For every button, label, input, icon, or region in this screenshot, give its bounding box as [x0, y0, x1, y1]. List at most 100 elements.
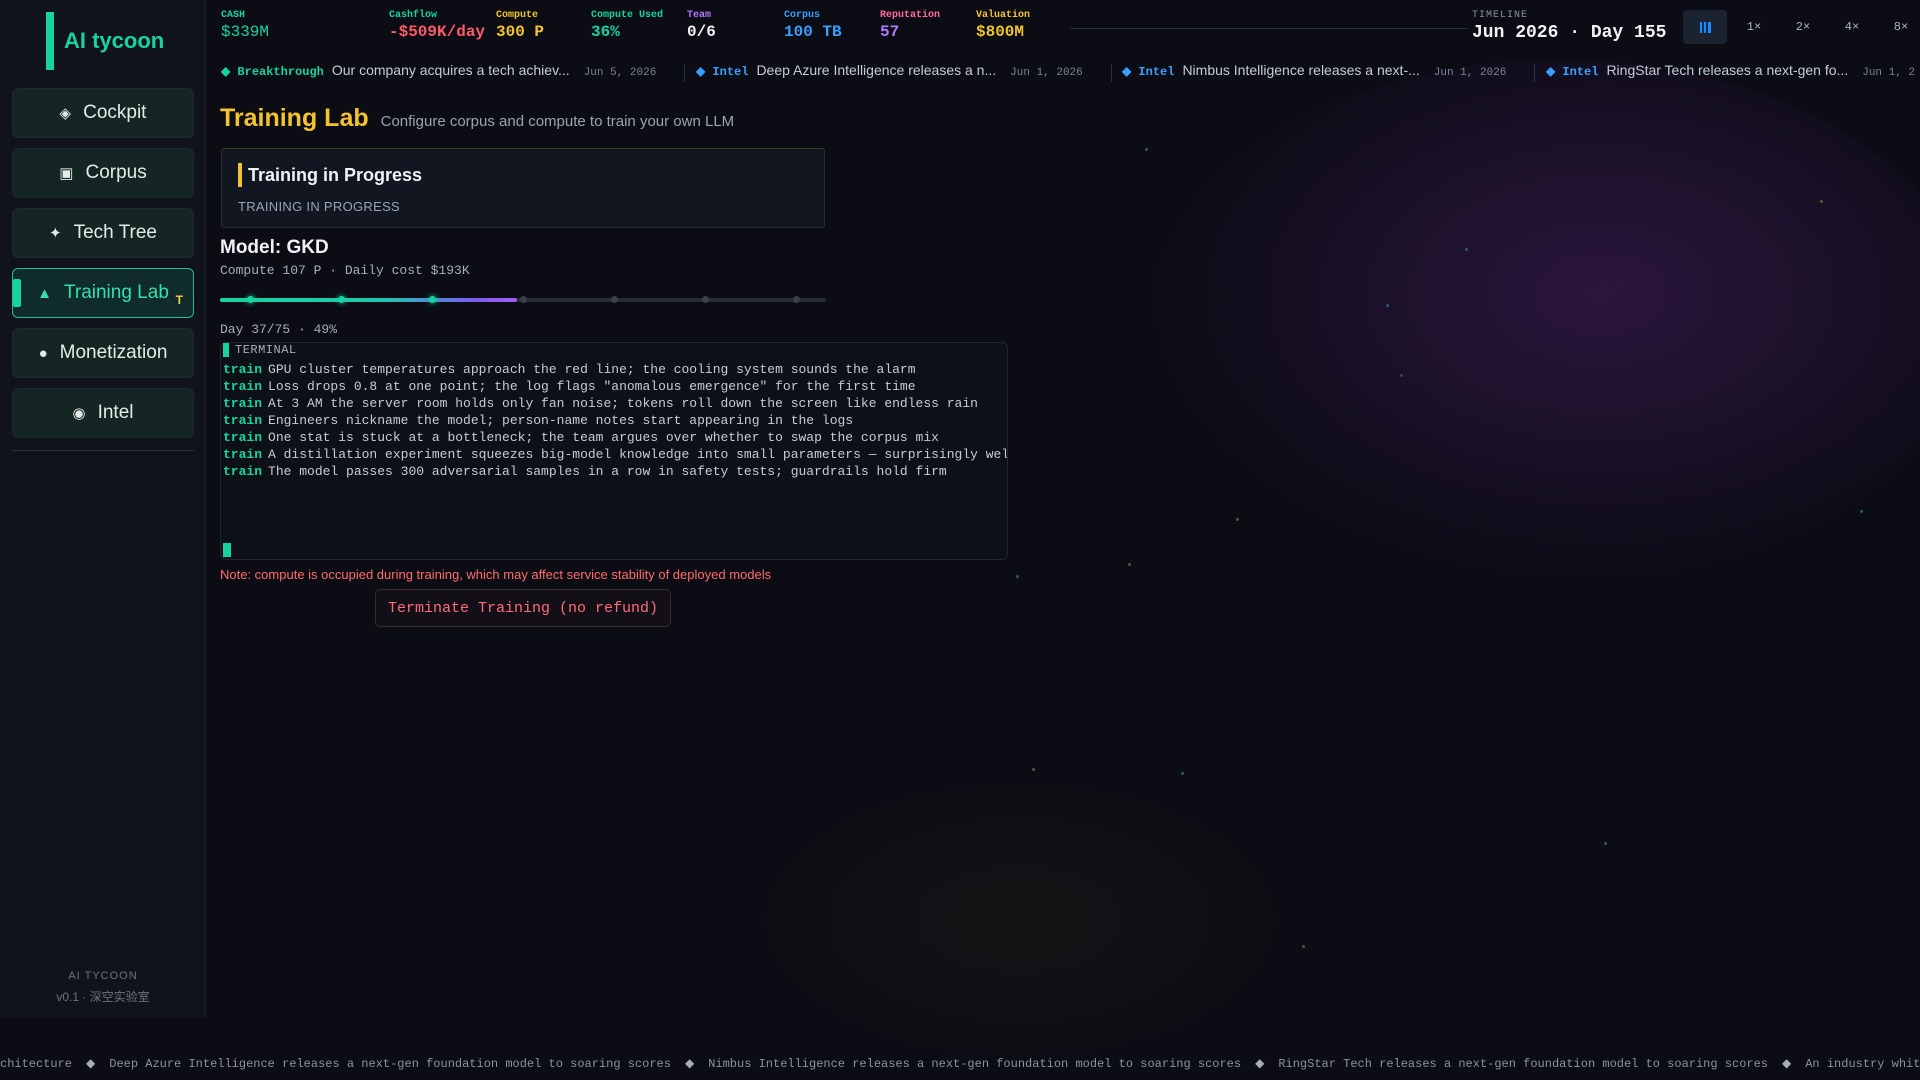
sidebar-item-monetization[interactable]: ● Monetization — [12, 328, 194, 378]
terminal-text: A distillation experiment squeezes big-m… — [268, 447, 1007, 462]
speed-8x-button[interactable]: 8× — [1879, 10, 1920, 44]
square-icon: ▣ — [59, 165, 74, 182]
terminal-line: train The model passes 300 adversarial sa… — [223, 463, 1007, 480]
model-meta: Compute 107 P · Daily cost $193K — [220, 263, 470, 278]
model-title: Model: GKD — [220, 237, 329, 258]
stat-valuation-value: $800M — [976, 23, 1025, 41]
stat-cash-label: CASH — [221, 10, 246, 21]
speed-2x-button[interactable]: 2× — [1781, 10, 1825, 44]
ticker-item: Deep Azure Intelligence releases a next-… — [109, 1057, 671, 1071]
progress-milestone — [520, 296, 527, 303]
stat-team: Team 0/6 — [687, 10, 716, 41]
timeline-date: Jun 2026 · Day 155 — [1472, 23, 1667, 43]
news-text: Nimbus Intelligence releases a next-... — [1182, 62, 1420, 78]
news-tag: ◆ Intel — [1546, 65, 1599, 79]
sidebar-item-label: Training Lab — [63, 282, 169, 303]
page-title: Training Lab — [220, 104, 369, 132]
triangle-icon: ▲ — [37, 284, 52, 302]
terminal-text: Loss drops 0.8 at one point; the log fla… — [268, 379, 916, 394]
sidebar-footer: AI TYCOON v0.1 · 深空实验室 — [0, 970, 206, 1005]
sidebar-divider — [12, 450, 194, 451]
dot-icon: ● — [38, 344, 48, 362]
page-header: Training Lab Configure corpus and comput… — [220, 104, 734, 133]
stat-compute-used-label: Compute Used — [591, 10, 664, 21]
news-text: Deep Azure Intelligence releases a n... — [756, 62, 997, 78]
terminal-log: train GPU cluster temperatures approach t… — [223, 361, 1007, 480]
progress-milestone — [701, 296, 709, 303]
app-title: AI tycoon — [64, 28, 165, 53]
news-item[interactable]: ◆ Intel RingStar Tech releases a next-ge… — [1546, 62, 1915, 79]
news-date: Jun 1, 2026 — [1433, 67, 1507, 79]
sparkle-icon: ✦ — [48, 225, 62, 242]
timeline: TIMELINE Jun 2026 · Day 155 — [1472, 10, 1666, 43]
stat-cash: CASH $339M — [221, 10, 269, 41]
stat-cashflow-value: -$509K/day — [389, 23, 486, 41]
progress-milestone — [610, 296, 618, 303]
training-day: Day 37/75 · 49% — [220, 322, 338, 337]
terminate-training-button[interactable]: Terminate Training (no refund) — [375, 589, 671, 627]
sidebar-item-tech-tree[interactable]: ✦ Tech Tree — [12, 208, 194, 258]
sidebar-item-label: Tech Tree — [73, 222, 157, 243]
sidebar: AI tycoon ◈ Cockpit ▣ Corpus ✦ Tech Tree ▲ Trai… — [0, 0, 206, 1018]
news-divider — [684, 64, 685, 82]
stat-cash-value: $339M — [221, 23, 270, 41]
terminal-line: train Loss drops 0.8 at one point; the lo… — [223, 378, 1007, 395]
news-date: Jun 1, 2 — [1862, 67, 1916, 79]
sidebar-item-label: Cockpit — [83, 102, 147, 123]
sidebar-item-label: Corpus — [85, 162, 147, 183]
terminal-text: The model passes 300 adversarial samples… — [268, 464, 947, 479]
stat-team-label: Team — [687, 10, 712, 21]
news-divider — [1111, 64, 1112, 82]
news-item[interactable]: ◆ Intel Deep Azure Intelligence releases… — [696, 62, 1083, 79]
pause-button[interactable] — [1683, 10, 1727, 44]
training-progress-fill — [220, 298, 517, 302]
card-accent-bar — [238, 163, 242, 187]
diamond-icon: ◈ — [59, 105, 72, 122]
stat-valuation: Valuation $800M — [976, 10, 1030, 41]
training-status-card: Training in Progress TRAINING IN PROGRES… — [221, 148, 825, 228]
progress-milestone — [792, 296, 800, 303]
page-subtitle: Configure corpus and compute to train yo… — [380, 113, 735, 130]
sidebar-item-corpus[interactable]: ▣ Corpus — [12, 148, 194, 198]
sidebar-item-training-lab[interactable]: ▲ Training Lab T — [12, 268, 194, 318]
news-tag: ◆ Intel — [1122, 65, 1175, 79]
ticker-separator-icon: ◆ — [684, 1057, 695, 1071]
terminal-line: train One stat is stuck at a bottleneck; … — [223, 429, 1007, 446]
terminal-icon — [223, 343, 229, 357]
stat-corpus: Corpus 100 TB — [784, 10, 842, 41]
stat-valuation-label: Valuation — [976, 10, 1031, 21]
terminal-line: train At 3 AM the server room holds only … — [223, 395, 1007, 412]
news-tag: ◆ Breakthrough — [221, 65, 324, 79]
terminal-line: train A distillation experiment squeezes … — [223, 446, 1007, 463]
pause-icon — [1699, 21, 1711, 33]
speed-4x-button[interactable]: 4× — [1830, 10, 1874, 44]
stat-compute: Compute 300 P — [496, 10, 544, 41]
terminal-keyword: train — [223, 413, 263, 428]
stat-reputation-label: Reputation — [880, 10, 941, 21]
terminal-title: TERMINAL — [235, 343, 297, 357]
news-date: Jun 1, 2026 — [1010, 67, 1083, 79]
training-terminal[interactable]: TERMINAL train GPU cluster temperatures a… — [220, 342, 1008, 560]
stat-reputation: Reputation 57 — [880, 10, 940, 41]
ticker-item: Nimbus Intelligence releases a next-gen … — [708, 1057, 1242, 1071]
sidebar-item-label: Monetization — [59, 342, 168, 363]
sidebar-item-cockpit[interactable]: ◈ Cockpit — [12, 88, 194, 138]
stat-compute-label: Compute — [496, 10, 539, 21]
speed-1x-button[interactable]: 1× — [1732, 10, 1776, 44]
terminal-header: TERMINAL — [223, 343, 297, 357]
stat-corpus-label: Corpus — [784, 10, 821, 21]
hotkey-badge: T — [175, 293, 183, 307]
timeline-track — [1070, 28, 1468, 29]
terminal-keyword: train — [223, 464, 263, 479]
ticker-item: RingStar Tech releases a next-gen founda… — [1278, 1057, 1768, 1071]
stat-compute-used-value: 36% — [591, 23, 620, 41]
terminal-text: At 3 AM the server room holds only fan n… — [268, 396, 978, 411]
radio-icon: ◉ — [72, 405, 86, 422]
news-item[interactable]: ◆ Breakthrough Our company acquires a te… — [221, 62, 656, 79]
sidebar-item-intel[interactable]: ◉ Intel — [12, 388, 194, 438]
stat-corpus-value: 100 TB — [784, 23, 842, 41]
news-item[interactable]: ◆ Intel Nimbus Intelligence releases a n… — [1122, 62, 1506, 79]
news-divider — [1534, 64, 1535, 82]
news-date: Jun 5, 2026 — [583, 67, 657, 79]
news-ticker: chitecture ◆ Deep Azure Intelligence relea… — [0, 1048, 1920, 1078]
